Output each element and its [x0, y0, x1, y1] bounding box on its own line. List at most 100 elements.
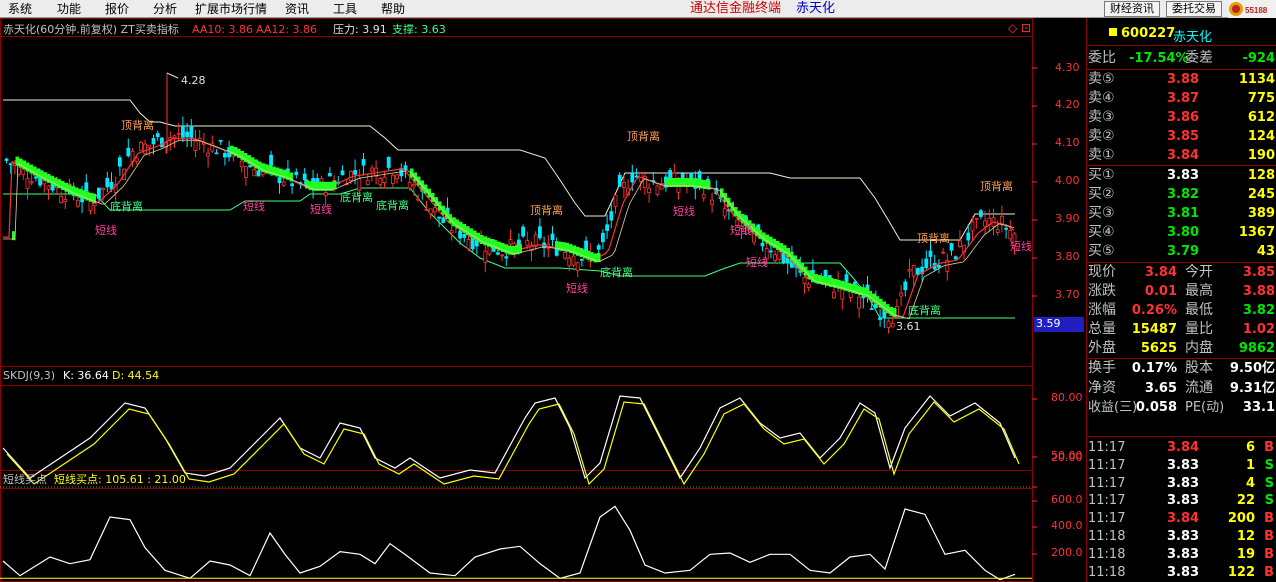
chart-canvas[interactable]	[0, 18, 1086, 582]
trend-band-mark	[776, 240, 780, 250]
menu-extended-market[interactable]: 扩展市场行情	[195, 0, 267, 18]
menu-analysis[interactable]: 分析	[153, 0, 177, 18]
ask-volume: 190	[1247, 148, 1275, 163]
tick-side: S	[1264, 493, 1274, 509]
candle-body	[806, 283, 811, 288]
y-tick: 4.30	[1055, 61, 1080, 74]
candle-body	[180, 126, 185, 138]
candle-body	[605, 224, 609, 231]
y-tick: 4.20	[1055, 98, 1080, 111]
stat-label: 换手	[1088, 360, 1116, 376]
trend-band-mark	[597, 252, 601, 262]
quote-header: 600227 赤天化	[1087, 18, 1276, 46]
candle-body	[390, 174, 395, 184]
ask-level-row: 卖③ 3.86 612	[1087, 108, 1276, 127]
weibi-value: -17.54%	[1129, 51, 1189, 66]
top-divergence-label: 顶背离	[627, 130, 660, 143]
candle-body	[655, 185, 660, 195]
candle-body	[357, 178, 362, 191]
bid-label: 买⑤	[1088, 243, 1115, 259]
menu-tools[interactable]: 工具	[333, 0, 357, 18]
menu-quote[interactable]: 报价	[105, 0, 129, 18]
tick-volume: 6	[1245, 440, 1255, 455]
tick-volume: 22	[1236, 493, 1255, 509]
candle-body	[189, 125, 194, 138]
tick-price: 3.83	[1167, 457, 1200, 473]
tick-volume: 19	[1236, 546, 1255, 562]
high-pointer	[166, 72, 179, 79]
stat-label: 净资	[1088, 379, 1116, 396]
candle-body	[210, 142, 215, 152]
tick-price: 3.83	[1167, 564, 1200, 580]
menu-news[interactable]: 资讯	[285, 0, 309, 18]
ask-volume: 775	[1247, 91, 1275, 106]
candle-body	[411, 184, 416, 187]
candle-body	[550, 233, 555, 241]
y-tick: 20.00	[1051, 451, 1083, 464]
candle-body	[966, 232, 971, 241]
finance-news-button[interactable]: 财经资讯	[1104, 1, 1160, 17]
trend-band-mark	[462, 223, 466, 233]
trend-band-mark	[882, 301, 886, 311]
candle-body	[937, 264, 941, 268]
tick-price: 3.83	[1167, 475, 1200, 491]
candle-body	[647, 187, 651, 194]
ask-level-row: 卖⑤ 3.88 1134	[1087, 70, 1276, 89]
kdj-k-line	[2, 395, 1016, 480]
ask-label: 卖④	[1088, 90, 1115, 106]
stat-row: 外盘 5625 内盘 9862	[1087, 339, 1276, 358]
chart-area[interactable]: 赤天化(60分钟.前复权) ZT买卖指标 AA10: 3.86 AA12: 3.…	[0, 18, 1086, 582]
trend-band-mark	[417, 176, 421, 186]
trend-band-mark	[765, 234, 769, 244]
candle-body	[483, 250, 488, 263]
candle-body	[138, 142, 143, 152]
trend-band-mark	[459, 221, 463, 231]
bid-level-row: 买③ 3.81 389	[1087, 204, 1276, 223]
candle-body	[769, 250, 773, 253]
candle-body	[407, 182, 412, 189]
candle-body	[424, 208, 429, 211]
candle-body	[466, 238, 471, 250]
candle-body	[92, 202, 97, 207]
candle-body	[903, 281, 908, 291]
candle-body	[277, 177, 282, 184]
candle-body	[353, 170, 358, 175]
candle-body	[218, 139, 223, 142]
candle-body	[1004, 227, 1008, 230]
menu-help[interactable]: 帮助	[381, 0, 405, 18]
panel-options-icon[interactable]: ◇ ⊡	[1008, 22, 1031, 35]
top-divergence-label: 顶背离	[121, 119, 154, 132]
trade-order-button[interactable]: 委托交易	[1166, 1, 1222, 17]
tick-volume: 4	[1245, 475, 1255, 491]
y-tick: 3.80	[1055, 250, 1080, 263]
bid-price: 3.80	[1167, 225, 1200, 240]
candle-body	[995, 229, 1000, 233]
candle-body	[4, 158, 9, 161]
trend-band-mark	[868, 290, 872, 300]
candle-body	[983, 220, 987, 227]
candle-body	[109, 182, 114, 190]
tick-row: 11:17 3.84 6 B	[1087, 438, 1276, 457]
tick-side: S	[1264, 475, 1274, 491]
candle-body	[386, 156, 391, 168]
tick-side: B	[1264, 546, 1274, 562]
tick-side: B	[1264, 440, 1274, 455]
candle-body	[101, 187, 105, 191]
trend-band-mark	[247, 155, 251, 165]
bid-price: 3.81	[1167, 206, 1200, 221]
candle-body	[508, 239, 513, 245]
candle-body	[76, 199, 80, 207]
menu-system[interactable]: 系统	[8, 0, 32, 18]
candle-body	[458, 230, 463, 239]
stat-value: 0.01	[1144, 284, 1177, 299]
candle-body	[710, 199, 714, 206]
stat-row: 净资 3.65 流通 9.31亿	[1087, 379, 1276, 398]
ask-volume: 124	[1247, 129, 1275, 144]
short-line-label: 短线	[310, 203, 332, 216]
menu-function[interactable]: 功能	[57, 0, 81, 18]
candle-body	[151, 138, 156, 145]
trend-band-mark	[254, 159, 258, 169]
stat-label: 现价	[1088, 264, 1116, 280]
trend-band-mark	[779, 243, 783, 253]
stat-value: 0.058	[1135, 400, 1177, 415]
